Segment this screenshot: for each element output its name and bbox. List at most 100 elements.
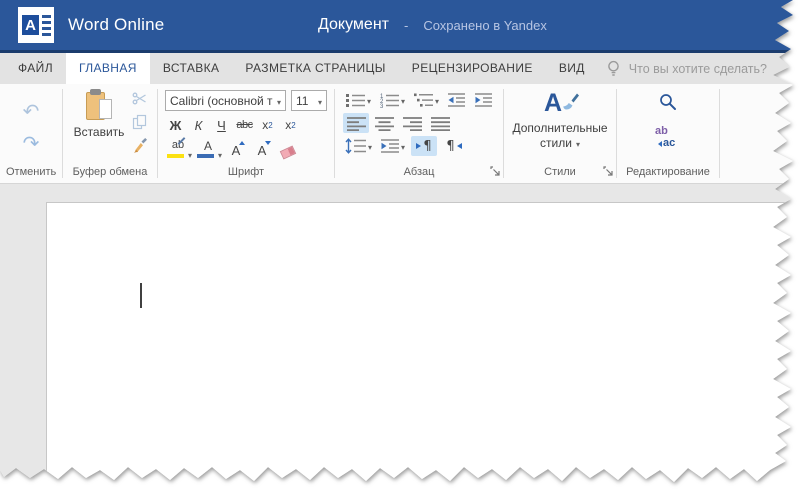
dropdown-arrow-icon — [401, 91, 405, 109]
align-right-icon — [402, 116, 422, 131]
superscript-button[interactable]: x2 — [280, 115, 301, 135]
cut-button[interactable] — [132, 91, 148, 111]
redo-button[interactable]: ↷ — [23, 133, 40, 153]
tab-view[interactable]: ВИД — [546, 53, 598, 84]
arrow-up-icon — [239, 141, 245, 145]
indent-icon — [475, 93, 493, 107]
arrow-right-icon — [416, 143, 422, 149]
paste-button[interactable]: Вставить — [71, 89, 127, 166]
save-status: Сохранено в Yandex — [423, 17, 547, 33]
document-title-area: Документ - Сохранено в Yandex — [318, 0, 547, 50]
numbered-list-button[interactable]: 123 — [377, 90, 407, 110]
align-left-button[interactable] — [343, 113, 369, 133]
styles-icon: A — [540, 88, 580, 121]
find-button[interactable] — [659, 93, 677, 116]
ribbon-tab-strip: ФАЙЛ ГЛАВНАЯ ВСТАВКА РАЗМЕТКА СТРАНИЦЫ Р… — [0, 53, 793, 84]
dropdown-arrow-icon — [368, 137, 372, 155]
dropdown-arrow-icon — [315, 94, 322, 108]
font-size-value: 11 — [296, 93, 309, 108]
indent-lines-icon — [381, 139, 400, 153]
tab-home[interactable]: ГЛАВНАЯ — [65, 53, 150, 84]
tab-file[interactable]: ФАЙЛ — [5, 53, 66, 84]
app-brand: Word Online — [68, 15, 165, 34]
align-right-button[interactable] — [399, 113, 425, 133]
bold-button[interactable]: Ж — [165, 115, 186, 135]
group-clipboard: Вставить Буфер обмена — [63, 84, 157, 183]
font-name-select[interactable]: Calibri (основной т — [165, 90, 286, 111]
dropdown-arrow-icon — [218, 145, 222, 163]
word-logo-icon: A — [18, 7, 54, 43]
clipboard-icon — [86, 89, 112, 122]
group-label-font: Шрифт — [227, 166, 265, 178]
tell-me-search[interactable]: Что вы хотите сделать? — [606, 53, 767, 84]
paste-label: Вставить — [73, 125, 125, 139]
word-logo-w: A — [22, 15, 39, 35]
line-spacing-icon — [345, 138, 366, 154]
ltr-direction-button[interactable]: ¶ — [411, 136, 438, 156]
bullet-list-icon — [346, 94, 365, 107]
tab-review[interactable]: РЕЦЕНЗИРОВАНИЕ — [399, 53, 546, 84]
group-editing: ab ac Редактирование — [617, 84, 719, 183]
document-title[interactable]: Документ — [318, 16, 389, 34]
word-logo-doc-lines — [42, 14, 51, 36]
group-label-undo: Отменить — [6, 166, 57, 178]
group-font: Calibri (основной т 11 Ж К Ч abc x2 x2 — [158, 84, 334, 183]
increase-indent-button[interactable] — [472, 90, 495, 110]
search-icon — [660, 94, 676, 110]
lightbulb-icon — [607, 60, 619, 76]
shrink-font-button[interactable]: А — [251, 139, 273, 161]
multilevel-list-button[interactable] — [411, 90, 441, 110]
dropdown-arrow-icon — [435, 91, 439, 109]
more-styles-button[interactable]: A Дополнительные стили — [504, 84, 616, 166]
group-styles: A Дополнительные стили Стили — [504, 84, 616, 183]
font-color-button[interactable]: А — [195, 139, 221, 161]
more-styles-line1: Дополнительные — [512, 121, 608, 135]
clear-formatting-button[interactable] — [277, 139, 299, 161]
dropdown-arrow-icon — [401, 137, 405, 155]
dialog-launcher-button[interactable] — [603, 166, 613, 179]
group-separator — [719, 89, 720, 178]
bullet-list-button[interactable] — [343, 90, 373, 110]
text-highlight-button[interactable]: ab — [165, 137, 191, 161]
replace-button[interactable]: ab ac — [655, 125, 681, 151]
replace-arrow-icon — [658, 141, 662, 147]
format-painter-icon — [134, 138, 147, 153]
copy-button[interactable] — [132, 114, 148, 135]
tab-page-layout[interactable]: РАЗМЕТКА СТРАНИЦЫ — [232, 53, 398, 84]
eraser-icon — [279, 144, 297, 160]
tell-me-placeholder: Что вы хотите сделать? — [628, 61, 767, 76]
font-color-bar — [197, 154, 214, 158]
subscript-button[interactable]: x2 — [257, 115, 278, 135]
font-size-select[interactable]: 11 — [291, 90, 327, 111]
numbered-list-icon: 123 — [380, 94, 400, 108]
underline-button[interactable]: Ч — [211, 115, 232, 135]
italic-button[interactable]: К — [188, 115, 209, 135]
copy-icon — [132, 114, 147, 129]
rtl-direction-button[interactable]: ¶ — [441, 136, 467, 156]
align-left-icon — [346, 116, 366, 131]
align-center-button[interactable] — [371, 113, 397, 133]
paragraph-indent-button[interactable] — [378, 136, 407, 156]
arrow-down-icon — [265, 141, 271, 145]
grow-font-button[interactable]: А — [225, 139, 247, 161]
tab-insert[interactable]: ВСТАВКА — [150, 53, 233, 84]
group-paragraph: 123 ¶ ¶ Абзац — [335, 84, 503, 183]
undo-button[interactable]: ↶ — [23, 101, 40, 121]
line-spacing-button[interactable] — [343, 136, 374, 156]
dialog-launcher-button[interactable] — [490, 166, 500, 179]
dropdown-arrow-icon — [274, 94, 281, 108]
scissors-icon — [132, 92, 146, 105]
document-page[interactable] — [46, 202, 793, 482]
multilevel-list-icon — [414, 93, 434, 107]
word-online-window: A Word Online Документ - Сохранено в Yan… — [0, 0, 793, 482]
brush-icon — [561, 92, 580, 117]
justify-button[interactable] — [427, 113, 453, 133]
decrease-indent-button[interactable] — [445, 90, 468, 110]
dropdown-arrow-icon — [576, 136, 580, 150]
group-label-editing: Редактирование — [626, 166, 710, 178]
group-label-clipboard: Буфер обмена — [72, 166, 148, 178]
text-cursor — [140, 283, 142, 308]
justify-icon — [430, 116, 450, 131]
format-painter-button[interactable] — [132, 137, 148, 158]
strikethrough-button[interactable]: abc — [234, 115, 255, 135]
